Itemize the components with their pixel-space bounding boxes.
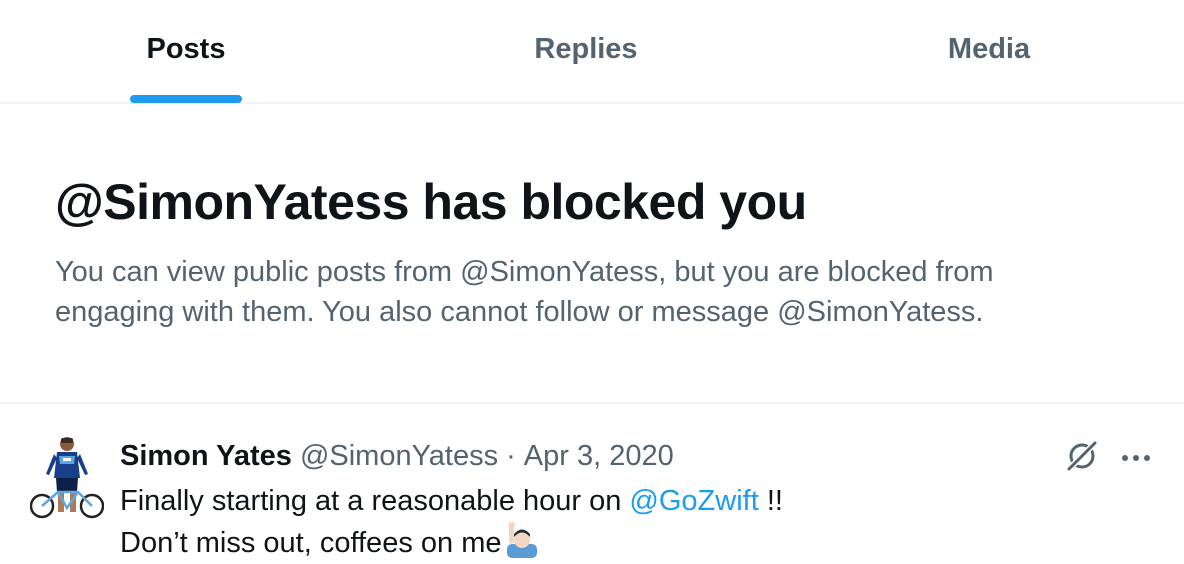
- tweet-text: Finally starting at a reasonable hour on…: [120, 480, 783, 564]
- profile-tabs: Posts Replies Media: [0, 0, 1184, 104]
- tweet-line-1: Finally starting at a reasonable hour on…: [120, 480, 783, 522]
- tab-replies-label: Replies: [534, 33, 638, 65]
- tweet-line-1-start: Finally starting at a reasonable hour on: [120, 485, 630, 517]
- author-handle[interactable]: @SimonYatess: [300, 440, 498, 473]
- more-icon[interactable]: [1118, 440, 1154, 476]
- mention-link[interactable]: @GoZwift: [629, 485, 758, 517]
- tweet[interactable]: Simon Yates @SimonYatess · Apr 3, 2020 F…: [0, 404, 1184, 560]
- tab-replies[interactable]: Replies: [400, 0, 772, 102]
- blocked-description: You can view public posts from @SimonYat…: [55, 256, 994, 328]
- author-name[interactable]: Simon Yates: [120, 440, 292, 473]
- tweet-header: Simon Yates @SimonYatess · Apr 3, 2020: [120, 436, 674, 476]
- grok-icon[interactable]: [1064, 438, 1100, 474]
- tab-media-label: Media: [947, 33, 1031, 65]
- raising-hand-emoji: [507, 522, 538, 558]
- tweet-line-1-end: !!: [758, 485, 783, 517]
- avatar[interactable]: [30, 434, 104, 524]
- tweet-line-2: Don’t miss out, coffees on me: [120, 522, 783, 564]
- tab-media[interactable]: Media: [803, 0, 1175, 102]
- tweet-line-2-text: Don’t miss out, coffees on me: [120, 527, 502, 559]
- tab-posts-label: Posts: [146, 33, 226, 65]
- tweet-date[interactable]: Apr 3, 2020: [524, 440, 674, 473]
- active-tab-indicator: [130, 95, 242, 103]
- blocked-title: @SimonYatess has blocked you: [55, 174, 807, 230]
- tab-posts[interactable]: Posts: [0, 0, 372, 102]
- header-separator: ·: [506, 439, 516, 472]
- blocked-notice: @SimonYatess has blocked you You can vie…: [55, 170, 1135, 332]
